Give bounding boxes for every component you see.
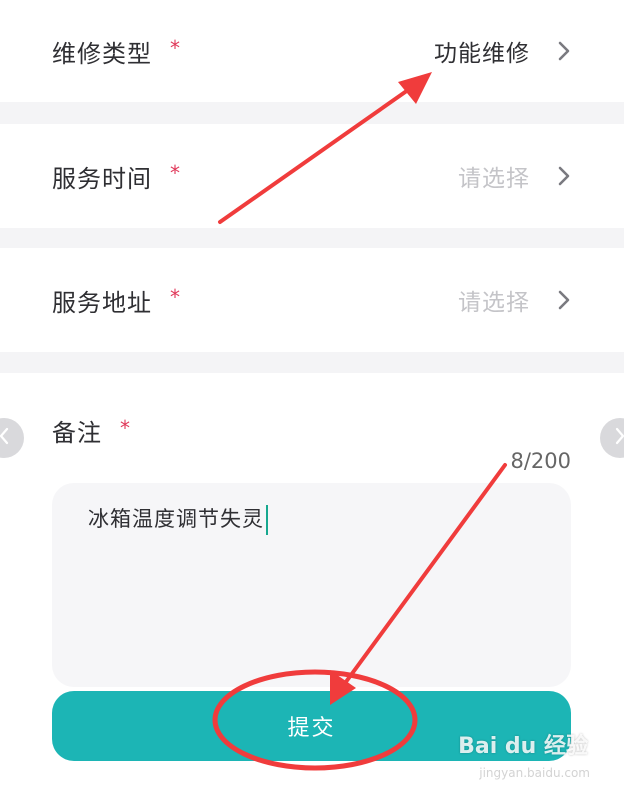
repair-type-value: 功能维修 — [434, 41, 530, 67]
chevron-right-icon — [556, 40, 572, 62]
service-time-label: 服务时间 — [52, 164, 152, 193]
watermark-site: jingyan.baidu.com — [479, 766, 590, 780]
service-time-row[interactable]: 服务时间 * 请选择 — [0, 124, 624, 228]
service-address-label: 服务地址 — [52, 288, 152, 317]
chevron-right-icon — [556, 165, 572, 187]
remark-label: 备注 — [52, 419, 102, 447]
char-counter: 8/200 — [510, 449, 571, 473]
submit-label: 提交 — [287, 716, 336, 741]
chevron-left-icon — [0, 427, 10, 449]
service-address-placeholder: 请选择 — [458, 290, 530, 316]
chevron-right-icon — [556, 289, 572, 311]
required-mark: * — [170, 285, 180, 309]
required-mark: * — [170, 161, 180, 185]
service-time-placeholder: 请选择 — [458, 166, 530, 192]
required-mark: * — [120, 415, 130, 440]
text-caret — [266, 505, 268, 535]
remark-label-group: 备注 * — [52, 413, 130, 448]
service-address-row[interactable]: 服务地址 * 请选择 — [0, 248, 624, 352]
chevron-right-icon — [614, 427, 624, 449]
remark-text: 冰箱温度调节失灵 — [88, 507, 264, 531]
required-mark: * — [170, 36, 180, 60]
remark-textarea[interactable]: 冰箱温度调节失灵 — [52, 483, 571, 687]
repair-type-row[interactable]: 维修类型 * 功能维修 — [0, 0, 624, 102]
watermark-logo: Bai du 经验 — [458, 734, 588, 759]
repair-type-label: 维修类型 — [52, 39, 152, 68]
